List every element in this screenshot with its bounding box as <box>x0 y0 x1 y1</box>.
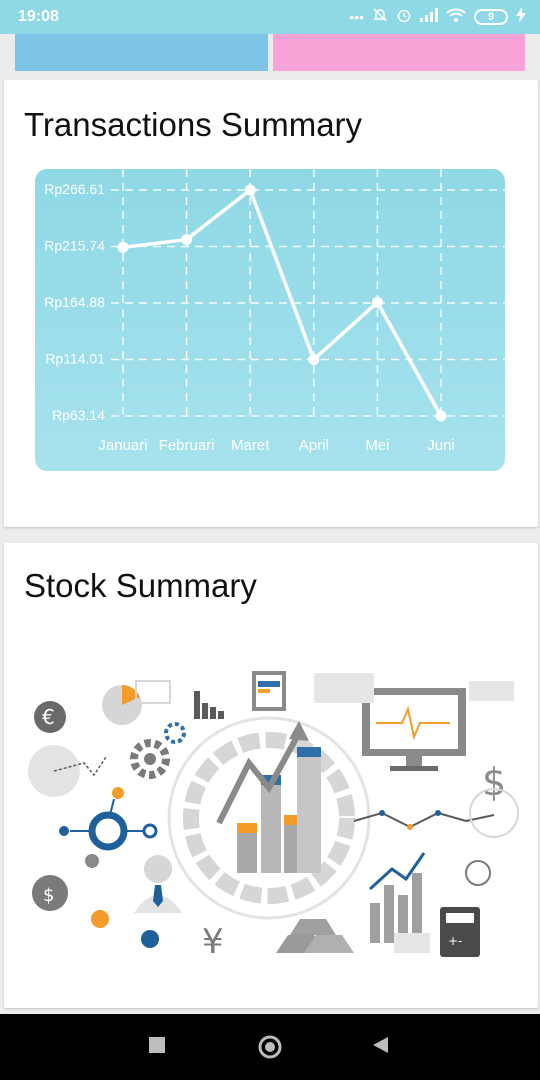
battery-icon: 9 <box>474 8 508 25</box>
chart-y-tick-label: Rp164.88 <box>44 294 105 310</box>
alarm-icon <box>396 7 412 26</box>
summary-tile-blue[interactable] <box>15 34 268 71</box>
chart-data-point <box>371 296 383 308</box>
svg-text:$: $ <box>482 760 506 804</box>
charging-icon <box>516 7 526 26</box>
status-icons: ••• 9 <box>349 7 526 26</box>
chart-y-tick-label: Rp266.61 <box>44 181 105 197</box>
chart-y-tick-label: Rp114.01 <box>45 351 105 367</box>
transactions-line-chart: Rp63.14 Rp114.01 Rp164.88 Rp215.74 Rp266.61 J… <box>44 169 505 454</box>
summary-tiles <box>0 34 540 72</box>
chart-data-point <box>181 234 193 246</box>
stock-illustration: € $ ¥ $ +- <box>14 663 529 963</box>
transactions-chart: Rp63.14 Rp114.01 Rp164.88 Rp215.74 Rp266.61 J… <box>35 169 505 471</box>
stock-card: Stock Summary € $ ¥ $ +- <box>4 543 538 1008</box>
chart-y-tick-label: Rp215.74 <box>44 238 105 254</box>
chart-data-point <box>308 353 320 365</box>
home-icon[interactable] <box>257 1034 283 1065</box>
chart-data-point <box>244 184 256 196</box>
svg-text:€: € <box>42 705 55 729</box>
summary-tile-pink[interactable] <box>273 34 525 71</box>
chart-x-tick-label: April <box>299 437 329 454</box>
back-icon[interactable] <box>371 1036 389 1059</box>
status-time: 19:08 <box>18 8 59 25</box>
svg-text:$: $ <box>43 885 54 906</box>
recent-apps-icon[interactable] <box>148 1036 166 1059</box>
chart-data-point <box>435 410 447 422</box>
system-navigation-bar <box>0 1014 540 1080</box>
mute-bell-icon <box>372 7 388 26</box>
chart-x-tick-label: Maret <box>231 437 270 454</box>
chart-x-tick-label: Mei <box>365 437 389 454</box>
more-dots-icon: ••• <box>349 8 364 25</box>
wifi-icon <box>446 8 466 25</box>
stock-title: Stock Summary <box>24 567 257 604</box>
chart-x-tick-label: Juni <box>427 437 455 454</box>
chart-x-tick-label: Januari <box>98 437 147 454</box>
svg-text:+-: +- <box>448 934 462 948</box>
signal-icon <box>420 8 438 25</box>
chart-y-tick-label: Rp63.14 <box>52 407 105 423</box>
chart-x-tick-label: Februari <box>159 437 215 454</box>
chart-data-point <box>117 241 129 253</box>
svg-text:¥: ¥ <box>202 922 224 962</box>
transactions-title: Transactions Summary <box>24 106 363 143</box>
transactions-card: Transactions Summary Rp63.14 Rp114.01 Rp16… <box>4 80 538 527</box>
status-bar: 19:08 ••• 9 <box>0 0 540 34</box>
